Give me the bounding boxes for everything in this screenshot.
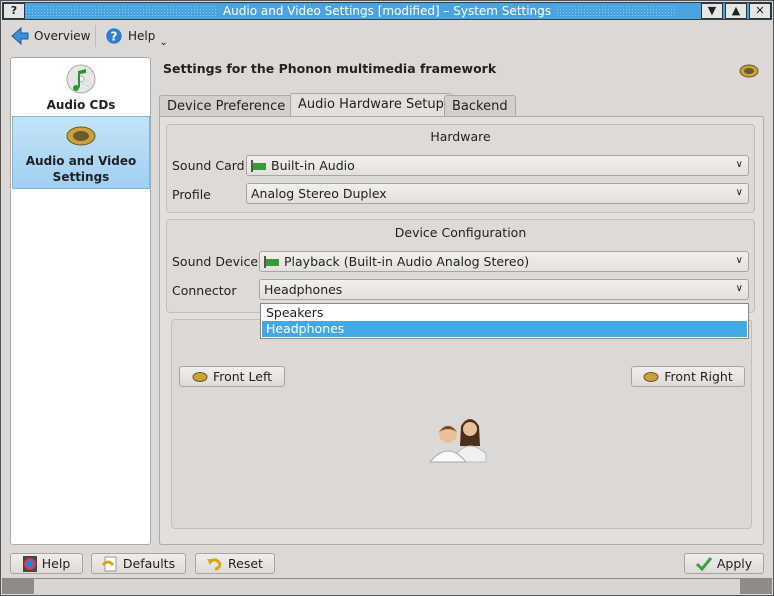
sound-card-icon [264,255,279,268]
front-right-button[interactable]: Front Right [631,366,745,387]
speaker-icon [643,371,659,382]
apply-button[interactable]: Apply [684,553,764,574]
option-speakers[interactable]: Speakers [262,305,747,321]
reset-label: Reset [228,556,263,571]
defaults-button[interactable]: Defaults [91,553,186,574]
apply-label: Apply [716,556,753,571]
profile-combo[interactable]: Analog Stereo Duplex ∨ [246,183,749,204]
speaker-icon [66,126,96,146]
help-button[interactable]: Help [10,553,83,574]
reset-button[interactable]: Reset [195,553,275,574]
help-menu-button[interactable]: ? Help ⌄ [104,24,168,48]
sidebar-item-audio-cds[interactable]: Audio CDs [12,60,150,115]
chevron-down-icon: ∨ [735,255,743,266]
chevron-down-icon: ∨ [735,159,743,170]
group-title: Device Configuration [394,225,527,240]
speaker-icon [739,64,759,78]
toolbar: Overview ? Help ⌄ [2,22,772,50]
lifebuoy-icon [22,555,37,572]
tab-backend[interactable]: Backend [444,95,516,117]
sound-device-combo[interactable]: Playback (Built-in Audio Analog Stereo) ∨ [259,251,749,272]
maximize-button[interactable]: ▲ [725,3,747,19]
page-title: Settings for the Phonon multimedia frame… [163,61,497,76]
window-title: Audio and Video Settings [modified] – Sy… [216,4,558,18]
profile-label: Profile [172,187,211,202]
overview-label: Overview [34,29,91,43]
sidebar-item-audio-video[interactable]: Audio and Video Settings [12,116,150,189]
chevron-down-icon: ∨ [735,283,743,294]
sound-card-label: Sound Card [172,158,245,173]
chevron-down-icon: ⌄ [159,36,168,48]
front-left-button[interactable]: Front Left [179,366,285,387]
listener-people-icon [428,419,487,463]
back-arrow-icon [11,26,29,46]
sidebar-item-label: Audio CDs [46,98,116,112]
sidebar: Audio CDs Audio and Video Settings [10,57,151,545]
window-bottom-frame [2,578,772,594]
cd-music-icon [66,64,96,94]
tab-device-preference[interactable]: Device Preference [159,95,294,117]
option-headphones[interactable]: Headphones [262,321,747,337]
tab-audio-hardware-setup[interactable]: Audio Hardware Setup [290,93,452,117]
sound-card-value: Built-in Audio [271,158,355,173]
svg-text:?: ? [111,30,118,44]
defaults-label: Defaults [122,556,176,571]
connector-label: Connector [172,283,237,298]
connector-dropdown-list: Speakers Headphones [260,303,749,339]
help-label: Help [128,29,156,43]
sound-card-icon [251,159,266,172]
help-icon: ? [104,26,124,46]
title-bar[interactable]: ? Audio and Video Settings [modified] – … [2,2,772,20]
undo-icon [207,557,222,570]
checkmark-icon [695,556,712,571]
speaker-icon [192,371,208,382]
sound-card-combo[interactable]: Built-in Audio ∨ [246,155,749,176]
chevron-down-icon: ∨ [735,187,743,198]
front-left-label: Front Left [212,369,273,384]
connector-value: Headphones [264,282,343,297]
group-title: Hardware [430,129,491,144]
profile-value: Analog Stereo Duplex [251,186,387,201]
connector-combo[interactable]: Headphones ∨ [259,279,749,300]
defaults-icon [101,556,117,571]
close-button[interactable]: ✕ [749,3,771,19]
minimize-button[interactable]: ▼ [701,3,723,19]
front-right-label: Front Right [664,369,733,384]
sound-device-label: Sound Device [172,254,259,269]
sidebar-item-label: Audio and Video Settings [25,154,137,184]
sound-device-value: Playback (Built-in Audio Analog Stereo) [284,254,530,269]
help-label: Help [41,556,71,571]
overview-button[interactable]: Overview [10,24,91,48]
